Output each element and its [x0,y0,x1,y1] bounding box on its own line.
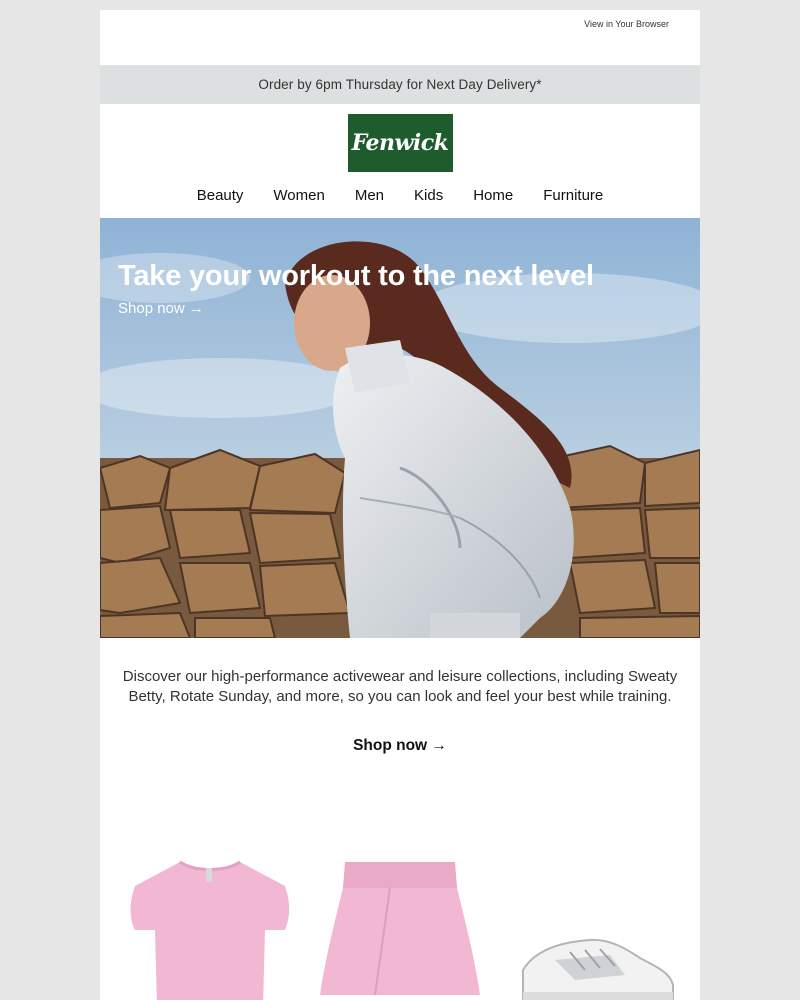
nav-item-beauty[interactable]: Beauty [182,187,259,204]
intro-text: Discover our high-performance activewear… [122,668,678,705]
nav-item-home[interactable]: Home [458,187,528,204]
product-row [100,838,700,1000]
product-skort[interactable] [315,860,485,1000]
delivery-banner: Order by 6pm Thursday for Next Day Deliv… [100,65,700,104]
view-in-browser-link[interactable]: View in Your Browser [584,19,669,29]
pink-skort-icon [320,862,480,996]
shop-now-button[interactable]: Shop now → [100,737,700,755]
nav-item-men[interactable]: Men [340,187,399,204]
fenwick-logo[interactable]: Fenwick [347,114,453,172]
email-container: View in Your Browser Order by 6pm Thursd… [100,10,700,1000]
white-sneaker-icon [522,938,674,1000]
product-tshirt[interactable] [125,858,295,1000]
hero-banner[interactable]: Take your workout to the next level Shop… [100,218,700,638]
main-nav: Beauty Women Men Kids Home Furniture [100,172,700,218]
logo-text: Fenwick [351,130,449,156]
top-bar: View in Your Browser [100,10,700,65]
hero-title: Take your workout to the next level [118,260,594,292]
hero-shop-now-link[interactable]: Shop now → [118,300,204,317]
nav-item-women[interactable]: Women [258,187,339,204]
nav-item-kids[interactable]: Kids [399,187,458,204]
nav-item-furniture[interactable]: Furniture [528,187,618,204]
logo-area: Fenwick [100,104,700,172]
product-sneaker[interactable] [515,930,680,1000]
pink-tshirt-icon [130,860,290,1000]
